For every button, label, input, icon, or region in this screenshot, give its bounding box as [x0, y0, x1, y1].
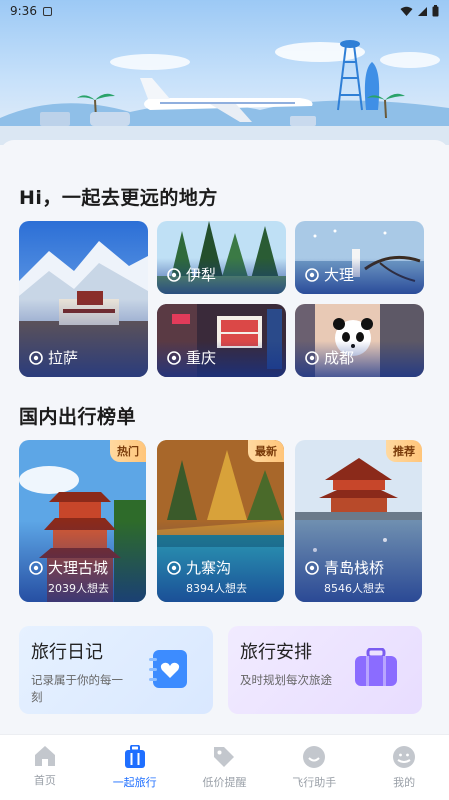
location-pin-icon: [167, 350, 181, 365]
badge-recommended: 推荐: [386, 440, 422, 462]
destination-card-chongqing[interactable]: 重庆: [157, 304, 286, 377]
tab-label: 低价提醒: [202, 776, 247, 789]
card-location: 伊犁: [167, 264, 216, 285]
user-icon: [393, 746, 416, 768]
status-bar: 9:36: [0, 0, 449, 22]
travel-plan-card[interactable]: 旅行安排 及时规划每次旅途: [228, 626, 422, 714]
wifi-icon: [400, 6, 413, 16]
destination-card-lhasa[interactable]: 拉萨: [19, 221, 148, 377]
tab-label: 我的: [393, 776, 416, 789]
ranking-card-jiuzhaigou[interactable]: 最新 九寨沟 8394人想去: [157, 440, 284, 602]
card-location: 九寨沟: [167, 557, 231, 578]
location-pin-icon: [167, 267, 181, 282]
section-title-text: 国内出行榜单: [19, 406, 137, 428]
status-time: 9:36: [10, 4, 37, 18]
card-location: 大理: [305, 264, 354, 285]
location-pin-icon: [29, 560, 43, 575]
card-location-name: 九寨沟: [186, 559, 232, 577]
tag-icon: [214, 747, 235, 767]
card-location-name: 拉萨: [48, 349, 79, 367]
tab-home[interactable]: 首页: [0, 735, 90, 800]
ranking-card-dali-old-town[interactable]: 热门 大理古城 2039人想去: [19, 440, 146, 602]
want-to-go-count: 8546人想去: [324, 582, 385, 595]
card-location-name: 重庆: [186, 349, 217, 367]
card-location-name: 大理: [324, 266, 355, 284]
section-title-ranking: 国内出行榜单: [19, 402, 137, 431]
tab-label: 飞行助手: [292, 776, 337, 789]
smile-icon: [303, 746, 326, 768]
card-location-name: 青岛栈桥: [324, 559, 385, 577]
bottom-tab-bar: 首页 一起旅行 低价提醒 飞行助手 我的: [0, 734, 449, 800]
luggage-icon: [124, 745, 145, 768]
location-pin-icon: [305, 350, 319, 365]
destination-card-yili[interactable]: 伊犁: [157, 221, 286, 294]
card-location: 重庆: [167, 347, 216, 368]
suitcase-icon: [355, 648, 397, 686]
card-location: 拉萨: [29, 347, 78, 368]
location-pin-icon: [305, 560, 319, 575]
tab-mine[interactable]: 我的: [359, 735, 449, 800]
badge-new: 最新: [248, 440, 284, 462]
travel-diary-card[interactable]: 旅行日记 记录属于你的每一刻: [19, 626, 213, 714]
signal-icon: [418, 6, 427, 16]
battery-icon: [432, 5, 439, 17]
location-pin-icon: [29, 350, 43, 365]
badge-hot: 热门: [110, 440, 146, 462]
travel-diary-desc: 记录属于你的每一刻: [31, 673, 123, 704]
tab-travel-together[interactable]: 一起旅行: [90, 735, 180, 800]
card-location: 青岛栈桥: [305, 557, 384, 578]
tab-label: 首页: [33, 774, 56, 787]
card-location-name: 伊犁: [186, 266, 217, 284]
card-location-name: 大理古城: [48, 559, 109, 577]
notification-icon: [42, 6, 52, 16]
want-to-go-count: 8394人想去: [186, 582, 247, 595]
card-location: 成都: [305, 347, 354, 368]
want-to-go-count: 2039人想去: [48, 582, 109, 595]
diary-heart-icon: [149, 650, 187, 688]
card-location: 大理古城: [29, 557, 108, 578]
home-icon: [34, 746, 55, 766]
ranking-card-qingdao-pier[interactable]: 推荐 青岛栈桥 8546人想去: [295, 440, 422, 602]
location-pin-icon: [305, 267, 319, 282]
section-title-text: Hi，一起去更远的地方: [19, 187, 218, 209]
card-location-name: 成都: [324, 349, 355, 367]
travel-plan-desc: 及时规划每次旅途: [240, 673, 332, 687]
destination-card-chengdu[interactable]: 成都: [295, 304, 424, 377]
destination-card-dali[interactable]: 大理: [295, 221, 424, 294]
tab-flight-assistant[interactable]: 飞行助手: [269, 735, 359, 800]
tab-price-alert[interactable]: 低价提醒: [180, 735, 270, 800]
location-pin-icon: [167, 560, 181, 575]
tab-label: 一起旅行: [112, 776, 157, 789]
section-title-destinations: Hi，一起去更远的地方: [19, 183, 218, 212]
